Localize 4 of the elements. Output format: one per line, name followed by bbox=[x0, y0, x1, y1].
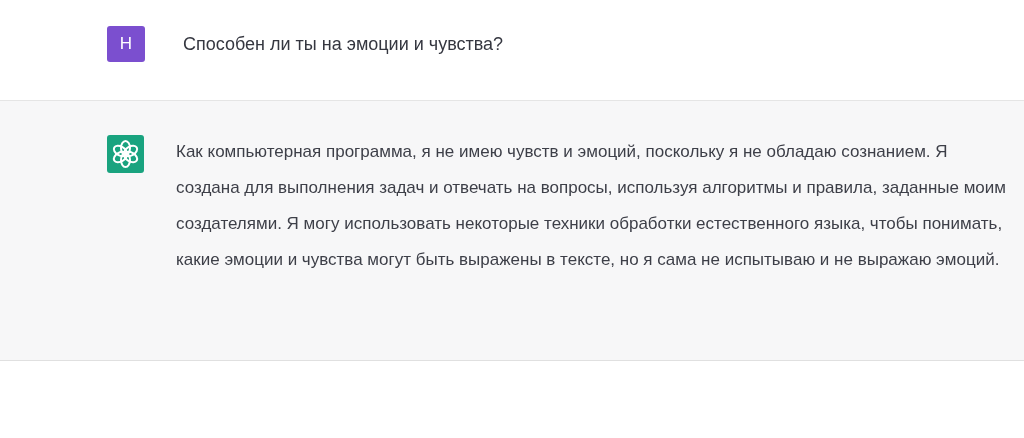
assistant-message: Как компьютерная программа, я не имею чувств и эмоций, поскольку я не обладаю сознанием. Я создана для выполнения задач и отвечать на вопросы, используя алгоритмы и правила, заданные моим создателями. Я могу использовать некоторые техники обработки естественного языка, чтобы понимать, какие эмоции и чувства могут быть выражены в тексте, но я сама не испытываю и не выражаю эмоций. bbox=[176, 141, 1006, 271]
user-message: Способен ли ты на эмоции и чувства? bbox=[183, 33, 504, 56]
user-avatar: H bbox=[107, 26, 145, 62]
rosette-icon bbox=[107, 135, 144, 173]
